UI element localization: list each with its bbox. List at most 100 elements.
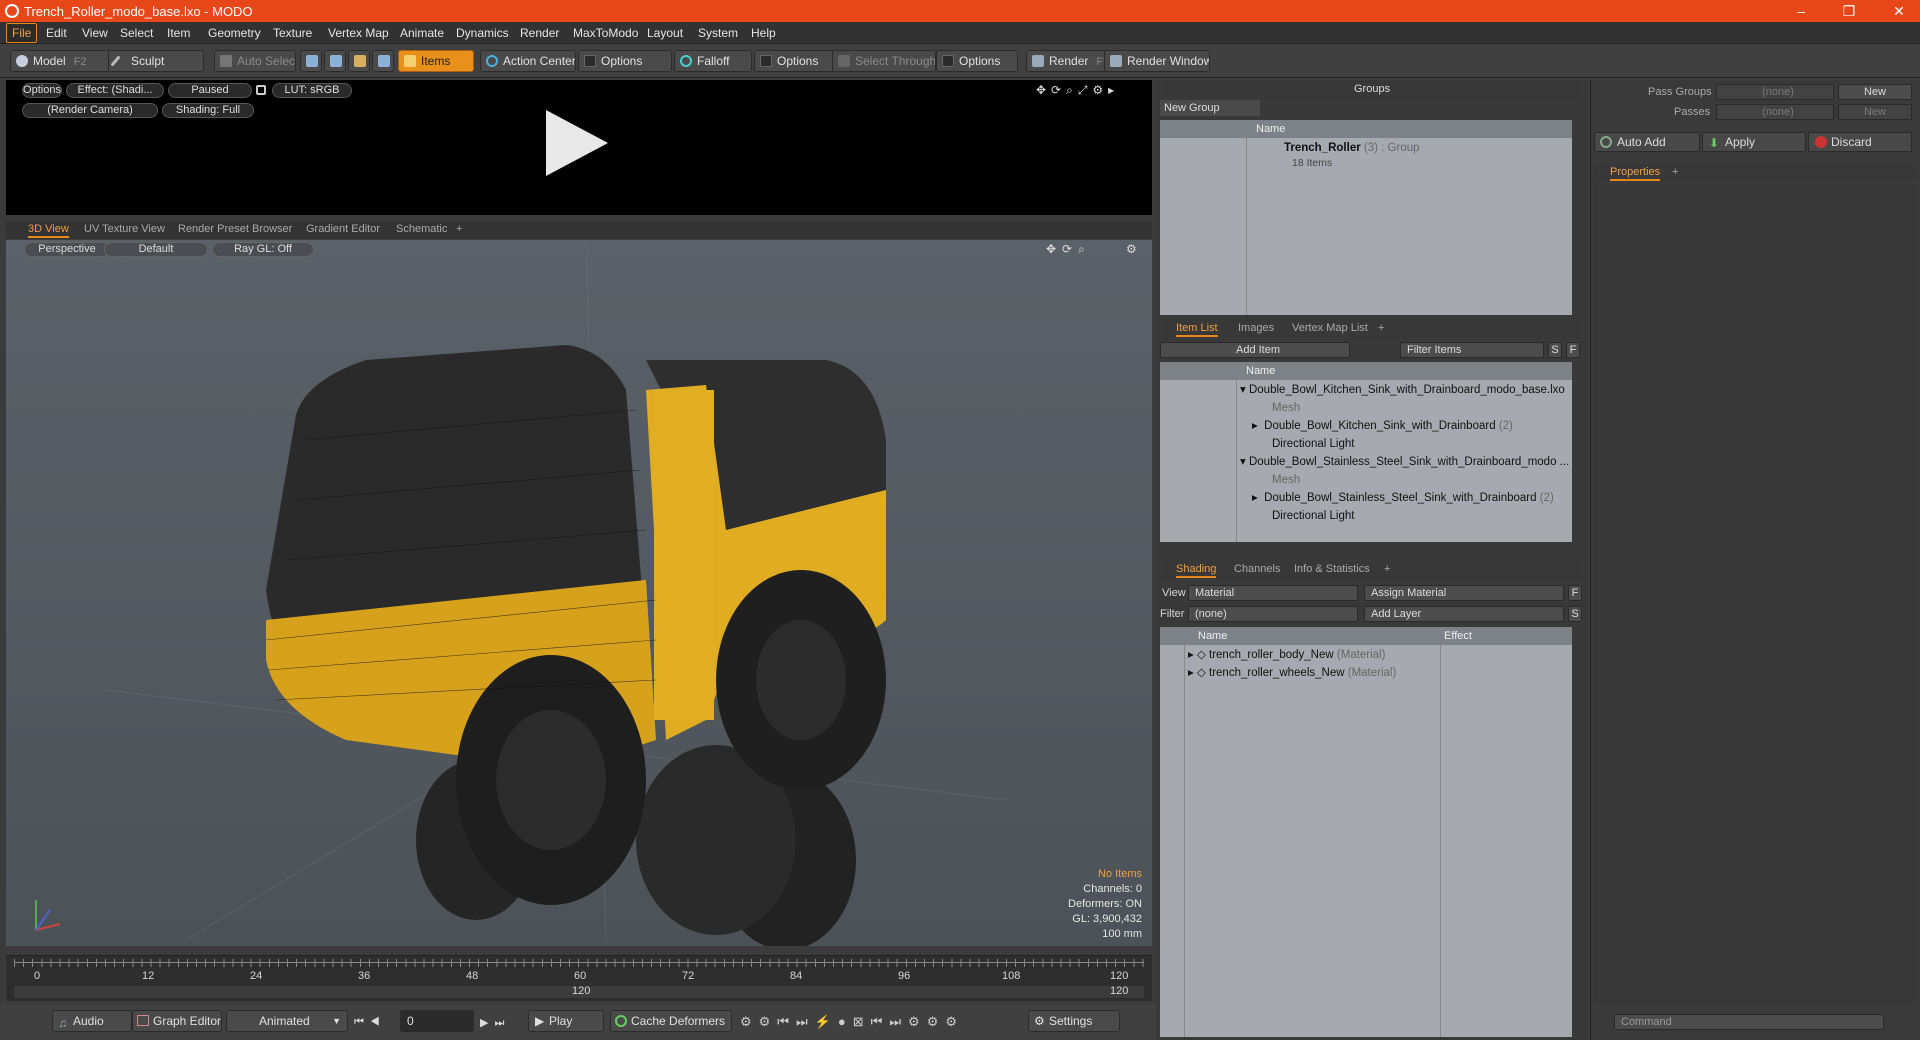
tab-channels[interactable]: Channels xyxy=(1234,563,1280,575)
list-item[interactable]: Directional Light xyxy=(1272,435,1354,453)
shader-row[interactable]: ▸ ◇ trench_roller_wheels_New (Material) xyxy=(1188,664,1396,682)
list-item[interactable]: Mesh xyxy=(1272,399,1300,417)
render-camera-dropdown[interactable]: (Render Camera) xyxy=(22,103,158,118)
pass-groups-dropdown[interactable]: (none) xyxy=(1716,84,1834,100)
action-center-button[interactable]: Action Center xyxy=(480,50,576,72)
falloff-options-button[interactable]: Options xyxy=(754,50,836,72)
auto-select-button[interactable]: Auto Select xyxy=(214,50,296,72)
discard-button[interactable]: Discard xyxy=(1808,132,1912,152)
maximize-button[interactable]: ❐ xyxy=(1834,2,1864,20)
menu-system[interactable]: System xyxy=(698,26,738,40)
list-item[interactable]: ▸ Double_Bowl_Kitchen_Sink_with_Drainboa… xyxy=(1252,417,1513,435)
sculpt-mode-button[interactable]: Sculpt xyxy=(108,50,204,72)
select-through-options-button[interactable]: Options xyxy=(936,50,1018,72)
menu-select[interactable]: Select xyxy=(120,26,153,40)
add-layer-dropdown[interactable]: Add Layer xyxy=(1364,606,1564,622)
tab-gradient-editor[interactable]: Gradient Editor xyxy=(306,223,380,235)
lock-icon[interactable] xyxy=(256,85,266,95)
goto-start-prev-icon[interactable]: ⏮◀ xyxy=(354,1016,386,1029)
menu-texture[interactable]: Texture xyxy=(273,26,312,40)
menu-layout[interactable]: Layout xyxy=(647,26,683,40)
add-tab-button[interactable]: + xyxy=(1672,166,1678,178)
lut-dropdown[interactable]: LUT: sRGB xyxy=(272,83,352,98)
render-effect-dropdown[interactable]: Effect: (Shadi... xyxy=(66,83,164,98)
falloff-button[interactable]: Falloff xyxy=(674,50,752,72)
select-through-button[interactable]: Select Through xyxy=(832,50,936,72)
filter-items-input[interactable]: Filter Items xyxy=(1400,342,1544,358)
menu-file[interactable]: File xyxy=(6,23,38,43)
tab-images[interactable]: Images xyxy=(1238,322,1274,334)
add-tab-button[interactable]: + xyxy=(1378,322,1384,334)
assign-material-dropdown[interactable]: Assign Material xyxy=(1364,585,1564,601)
tab-3d-view[interactable]: 3D View xyxy=(28,223,69,238)
tab-render-preset-browser[interactable]: Render Preset Browser xyxy=(178,223,292,235)
materials-mode-button[interactable] xyxy=(372,50,394,72)
tab-shading[interactable]: Shading xyxy=(1176,563,1217,578)
render-view-controls-icon[interactable]: ✥⟳⌕⤢⚙▸ xyxy=(1036,83,1119,98)
new-pass-group-button[interactable]: New xyxy=(1838,84,1912,100)
play-render-icon[interactable] xyxy=(546,110,608,176)
edges-mode-button[interactable] xyxy=(324,50,346,72)
filter-toggle-button[interactable]: F xyxy=(1568,585,1582,601)
render-window-button[interactable]: Render Window xyxy=(1104,50,1210,72)
menu-help[interactable]: Help xyxy=(751,26,776,40)
action-center-options-button[interactable]: Options xyxy=(578,50,672,72)
list-item[interactable]: ▾ Double_Bowl_Kitchen_Sink_with_Drainboa… xyxy=(1240,381,1565,399)
menu-vertex-map[interactable]: Vertex Map xyxy=(328,26,389,40)
shading-dropdown[interactable]: Shading: Full xyxy=(162,103,254,118)
shader-row[interactable]: ▸ ◇ trench_roller_body_New (Material) xyxy=(1188,646,1385,664)
tab-schematic[interactable]: Schematic xyxy=(396,223,447,235)
command-input[interactable]: Command xyxy=(1614,1014,1884,1030)
shading-filter-dropdown[interactable]: (none) xyxy=(1188,606,1358,622)
items-mode-button[interactable]: Items xyxy=(398,50,474,72)
vertices-mode-button[interactable] xyxy=(300,50,322,72)
close-button[interactable]: ✕ xyxy=(1884,2,1914,20)
list-item[interactable]: ▸ Double_Bowl_Stainless_Steel_Sink_with_… xyxy=(1252,489,1554,507)
view-dropdown[interactable]: Material xyxy=(1188,585,1358,601)
animated-dropdown[interactable]: Animated ▼ xyxy=(226,1010,348,1032)
audio-button[interactable]: ♫ Audio xyxy=(52,1010,132,1032)
tab-uv-texture-view[interactable]: UV Texture View xyxy=(84,223,165,235)
select-filter-button[interactable]: S xyxy=(1548,342,1562,358)
next-goto-end-icon[interactable]: ▶⏭ xyxy=(480,1016,510,1030)
passes-dropdown[interactable]: (none) xyxy=(1716,104,1834,120)
3d-viewport[interactable]: Perspective Default Ray GL: Off ✥⟳⌕ ⚙ No… xyxy=(6,240,1152,946)
menu-item[interactable]: Item xyxy=(167,26,190,40)
filter-toggle-button[interactable]: F xyxy=(1566,342,1580,358)
polygons-mode-button[interactable] xyxy=(348,50,370,72)
menu-maxtomodo[interactable]: MaxToModo xyxy=(573,26,638,40)
list-item[interactable]: Directional Light xyxy=(1272,507,1354,525)
list-item[interactable]: ▾ Double_Bowl_Stainless_Steel_Sink_with_… xyxy=(1240,453,1569,471)
render-button[interactable]: Render F9 xyxy=(1026,50,1108,72)
timeline[interactable]: 0 12 24 36 48 60 72 84 96 108 120 120 12… xyxy=(6,955,1152,1001)
list-item[interactable]: Mesh xyxy=(1272,471,1300,489)
menu-animate[interactable]: Animate xyxy=(400,26,444,40)
tab-item-list[interactable]: Item List xyxy=(1176,322,1218,337)
menu-dynamics[interactable]: Dynamics xyxy=(456,26,509,40)
settings-button[interactable]: ⚙ Settings xyxy=(1028,1010,1120,1032)
animation-tools-icons[interactable]: ⚙⚙⏮⏭⚡●⊠⏮⏭⚙⚙⚙ xyxy=(740,1014,964,1030)
add-tab-button[interactable]: + xyxy=(1384,563,1390,575)
tab-properties[interactable]: Properties xyxy=(1610,166,1661,181)
menu-render[interactable]: Render xyxy=(520,26,559,40)
play-button[interactable]: ▶ Play xyxy=(528,1010,604,1032)
graph-editor-button[interactable]: Graph Editor xyxy=(132,1010,222,1032)
cache-deformers-button[interactable]: Cache Deformers xyxy=(610,1010,732,1032)
new-group-button[interactable]: New Group xyxy=(1160,100,1260,116)
apply-button[interactable]: ⬇ Apply xyxy=(1702,132,1806,152)
tab-info-statistics[interactable]: Info & Statistics xyxy=(1294,563,1370,575)
add-item-dropdown[interactable]: Add Item xyxy=(1160,342,1350,358)
menu-view[interactable]: View xyxy=(82,26,108,40)
new-pass-button[interactable]: New xyxy=(1838,104,1912,120)
menu-edit[interactable]: Edit xyxy=(46,26,67,40)
tab-vertex-map-list[interactable]: Vertex Map List xyxy=(1292,322,1368,334)
render-options-button[interactable]: Options xyxy=(22,83,62,98)
frame-input[interactable]: 0 xyxy=(400,1010,474,1032)
add-tab-button[interactable]: + xyxy=(456,223,462,235)
select-filter-button[interactable]: S xyxy=(1568,606,1582,622)
render-paused-button[interactable]: Paused xyxy=(168,83,252,98)
minimize-button[interactable]: – xyxy=(1786,2,1816,20)
model-mode-button[interactable]: Model F2 xyxy=(10,50,110,72)
menu-geometry[interactable]: Geometry xyxy=(208,26,261,40)
auto-add-button[interactable]: Auto Add xyxy=(1594,132,1700,152)
